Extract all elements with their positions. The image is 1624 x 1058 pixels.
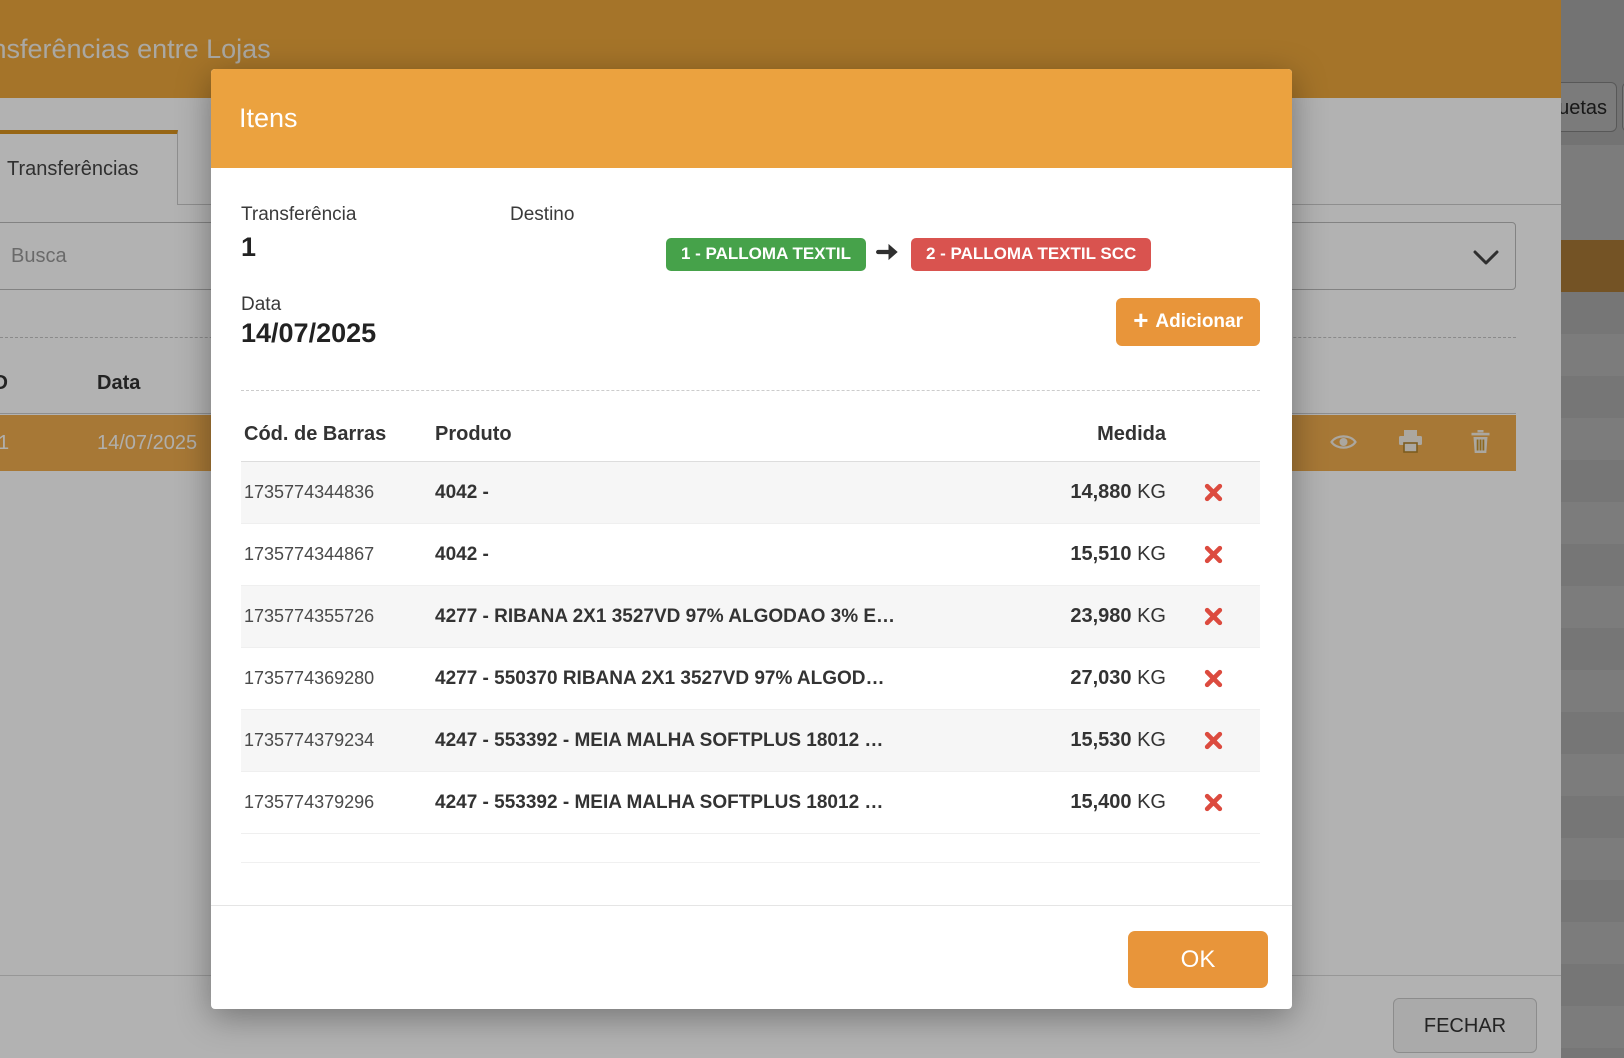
transferencia-value: 1 <box>241 232 256 263</box>
item-code: 1735774369280 <box>241 668 435 689</box>
item-code: 1735774344867 <box>241 544 435 565</box>
remove-item-button[interactable] <box>1200 541 1227 568</box>
item-code: 1735774344836 <box>241 482 435 503</box>
destino-label: Destino <box>510 204 574 226</box>
item-row: 1735774379234 4247 - 553392 - MEIA MALHA… <box>241 710 1260 772</box>
modal-divider-dashed <box>241 390 1260 391</box>
item-row: 1735774344836 4042 - 14,880 KG <box>241 462 1260 524</box>
item-unit: KG <box>1137 791 1166 813</box>
item-unit: KG <box>1137 667 1166 689</box>
item-product: 4247 - 553392 - MEIA MALHA SOFTPLUS 1801… <box>435 730 1006 752</box>
item-code: 1735774379296 <box>241 792 435 813</box>
remove-item-button[interactable] <box>1200 789 1227 816</box>
col-produto: Produto <box>435 423 1006 446</box>
remove-item-button[interactable] <box>1200 603 1227 630</box>
item-unit: KG <box>1137 729 1166 751</box>
remove-item-button[interactable] <box>1200 479 1227 506</box>
item-product: 4042 - <box>435 482 1006 504</box>
transferencia-label: Transferência <box>241 204 356 226</box>
col-medida: Medida <box>1006 423 1166 446</box>
x-icon <box>1204 552 1223 567</box>
item-measure: 23,980 <box>1070 605 1131 627</box>
table-bottom-divider <box>241 862 1260 863</box>
item-unit: KG <box>1137 605 1166 627</box>
item-product: 4247 - 553392 - MEIA MALHA SOFTPLUS 1801… <box>435 792 1006 814</box>
x-icon <box>1204 738 1223 753</box>
item-measure: 15,510 <box>1070 543 1131 565</box>
item-measure: 14,880 <box>1070 481 1131 503</box>
col-cod-barras: Cód. de Barras <box>241 423 435 446</box>
destination-store-badge: 2 - PALLOMA TEXTIL SCC <box>911 238 1151 271</box>
item-row: 1735774344867 4042 - 15,510 KG <box>241 524 1260 586</box>
adicionar-button[interactable]: + Adicionar <box>1116 298 1260 346</box>
item-row: 1735774369280 4277 - 550370 RIBANA 2X1 3… <box>241 648 1260 710</box>
item-unit: KG <box>1137 481 1166 503</box>
data-label: Data <box>241 294 281 316</box>
x-icon <box>1204 800 1223 815</box>
item-product: 4277 - RIBANA 2X1 3527VD 97% ALGODAO 3% … <box>435 606 1006 628</box>
adicionar-label: Adicionar <box>1155 311 1243 333</box>
items-table: Cód. de Barras Produto Medida 1735774344… <box>241 408 1260 834</box>
item-unit: KG <box>1137 543 1166 565</box>
ok-button[interactable]: OK <box>1128 931 1268 988</box>
item-product: 4277 - 550370 RIBANA 2X1 3527VD 97% ALGO… <box>435 668 1006 690</box>
itens-modal: Itens Transferência 1 Destino 1 - PALLOM… <box>211 69 1292 1009</box>
arrow-right-icon <box>875 239 902 270</box>
remove-item-button[interactable] <box>1200 665 1227 692</box>
plus-icon: + <box>1133 305 1148 336</box>
item-product: 4042 - <box>435 544 1006 566</box>
modal-header: Itens <box>211 69 1292 168</box>
item-row: 1735774379296 4247 - 553392 - MEIA MALHA… <box>241 772 1260 834</box>
x-icon <box>1204 614 1223 629</box>
items-table-header: Cód. de Barras Produto Medida <box>241 408 1260 462</box>
transfer-route: 1 - PALLOMA TEXTIL 2 - PALLOMA TEXTIL SC… <box>666 238 1151 271</box>
item-measure: 15,530 <box>1070 729 1131 751</box>
screen: Etiquetas Transferências entre Lojas Tra… <box>0 0 1624 1058</box>
origin-store-badge: 1 - PALLOMA TEXTIL <box>666 238 866 271</box>
item-measure: 27,030 <box>1070 667 1131 689</box>
item-code: 1735774355726 <box>241 606 435 627</box>
data-value: 14/07/2025 <box>241 318 376 349</box>
item-row: 1735774355726 4277 - RIBANA 2X1 3527VD 9… <box>241 586 1260 648</box>
item-code: 1735774379234 <box>241 730 435 751</box>
remove-item-button[interactable] <box>1200 727 1227 754</box>
x-icon <box>1204 676 1223 691</box>
item-measure: 15,400 <box>1070 791 1131 813</box>
modal-footer-divider <box>211 905 1292 906</box>
modal-title: Itens <box>239 69 298 168</box>
x-icon <box>1204 490 1223 505</box>
